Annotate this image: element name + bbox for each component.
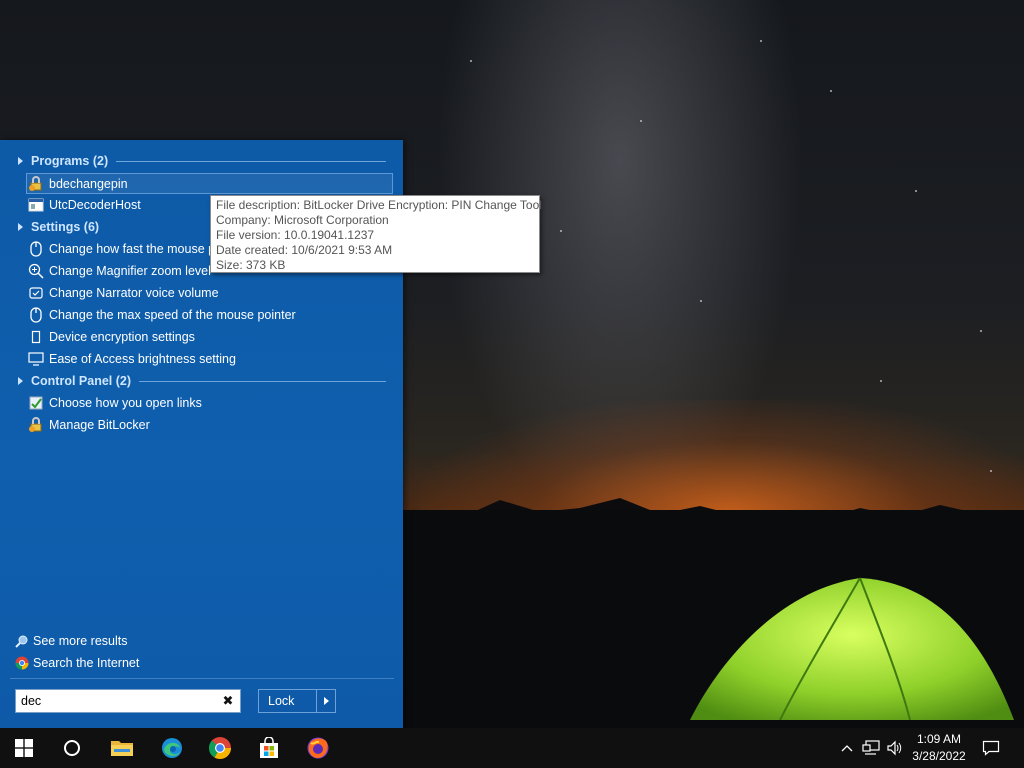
bitlocker-icon [27, 175, 45, 192]
result-item-label: Change how fast the mouse po [49, 242, 223, 256]
group-header-programs[interactable]: Programs (2) [18, 152, 386, 170]
bitlocker-icon [27, 417, 45, 433]
taskbar: 1:09 AM 3/28/2022 [0, 728, 1024, 768]
tooltip-date-created: Date created: 10/6/2021 9:53 AM [216, 243, 393, 257]
action-center-button[interactable] [978, 728, 1004, 768]
tooltip-version: File version: 10.0.19041.1237 [216, 228, 375, 242]
volume-button[interactable] [884, 728, 906, 768]
group-label: Settings (6) [31, 220, 100, 234]
expand-triangle-icon [18, 377, 23, 385]
mouse-icon [27, 241, 45, 257]
chrome-icon [14, 655, 30, 671]
search-box[interactable]: ✖ [15, 689, 241, 713]
default-programs-icon [27, 395, 45, 411]
power-options-arrow[interactable] [316, 690, 335, 712]
expand-triangle-icon [18, 157, 23, 165]
file-explorer-button[interactable] [98, 728, 146, 768]
chevron-right-icon [323, 697, 329, 705]
narrator-icon [27, 285, 45, 301]
network-icon [862, 740, 880, 755]
tooltip-size: Size: 373 KB [216, 258, 286, 272]
cortana-circle-icon [64, 740, 80, 756]
search-icon [14, 633, 30, 649]
edge-button[interactable] [148, 728, 196, 768]
result-item-brightness[interactable]: Ease of Access brightness setting [27, 349, 392, 369]
file-info-tooltip: File description: BitLocker Drive Encryp… [210, 195, 542, 273]
result-item-label: bdechangepin [49, 176, 128, 191]
edge-icon [162, 738, 182, 758]
search-input[interactable] [16, 690, 218, 712]
firefox-button[interactable] [294, 728, 342, 768]
result-item-mouse-max-speed[interactable]: Change the max speed of the mouse pointe… [27, 305, 392, 325]
result-item-label: Manage BitLocker [49, 418, 150, 432]
result-item-open-links[interactable]: Choose how you open links [27, 393, 392, 413]
mouse-icon [27, 307, 45, 323]
result-item-label: Choose how you open links [49, 396, 202, 410]
footer-divider [10, 678, 394, 679]
clear-search-icon[interactable]: ✖ [218, 693, 238, 709]
store-button[interactable] [245, 728, 293, 768]
file-explorer-icon [111, 741, 133, 756]
magnifier-icon [27, 263, 45, 279]
see-more-results-label: See more results [33, 634, 128, 648]
result-item-label: Change Narrator voice volume [49, 286, 219, 300]
chrome-button[interactable] [196, 728, 244, 768]
result-item-device-encryption[interactable]: Device encryption settings [27, 327, 392, 347]
result-item-label: Ease of Access brightness setting [49, 352, 236, 366]
result-item-label: Change the max speed of the mouse pointe… [49, 308, 296, 322]
store-icon [260, 737, 278, 758]
chevron-up-icon [841, 745, 853, 752]
group-label: Programs (2) [31, 154, 109, 168]
device-icon [27, 329, 45, 345]
result-item-bdechangepin[interactable]: bdechangepin [26, 173, 393, 194]
firefox-icon [307, 737, 329, 759]
notification-icon [982, 740, 1000, 756]
taskbar-clock[interactable]: 1:09 AM 3/28/2022 [906, 731, 972, 765]
group-header-control-panel[interactable]: Control Panel (2) [18, 372, 386, 390]
result-item-label: UtcDecoderHost [49, 198, 141, 212]
start-button[interactable] [0, 728, 48, 768]
group-label: Control Panel (2) [31, 374, 132, 388]
result-item-narrator-volume[interactable]: Change Narrator voice volume [27, 283, 392, 303]
lock-button[interactable]: Lock [259, 690, 316, 712]
monitor-icon [27, 351, 45, 367]
result-item-manage-bitlocker[interactable]: Manage BitLocker [27, 415, 392, 435]
clock-time: 1:09 AM [916, 732, 962, 746]
tooltip-company: Company: Microsoft Corporation [216, 213, 389, 227]
show-hidden-icons-button[interactable] [838, 728, 856, 768]
result-item-label: Change Magnifier zoom level [49, 264, 211, 278]
see-more-results-link[interactable]: See more results [14, 631, 127, 651]
tooltip-description: File description: BitLocker Drive Encryp… [216, 198, 542, 212]
chrome-icon [209, 737, 231, 759]
result-item-label: Device encryption settings [49, 330, 195, 344]
window-icon [27, 197, 45, 213]
group-divider [139, 380, 386, 382]
cortana-button[interactable] [48, 728, 96, 768]
search-internet-label: Search the Internet [33, 656, 140, 670]
group-divider [116, 160, 386, 162]
windows-start-icon [15, 739, 33, 757]
tent-illustration [680, 577, 1024, 728]
expand-triangle-icon [18, 223, 23, 231]
speaker-icon [887, 740, 902, 756]
network-button[interactable] [860, 728, 882, 768]
power-button[interactable]: Lock [258, 689, 336, 713]
search-internet-link[interactable]: Search the Internet [14, 653, 139, 673]
clock-date: 3/28/2022 [912, 749, 966, 763]
